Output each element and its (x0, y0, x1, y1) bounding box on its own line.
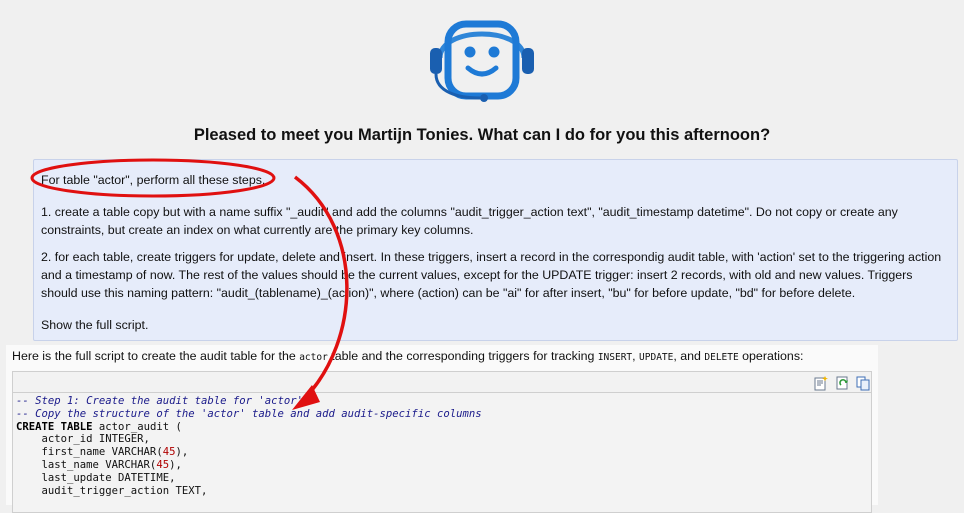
code-token: actor_id INTEGER, (16, 433, 150, 446)
code-line: CREATE TABLE actor_audit ( (16, 421, 871, 434)
code-token: -- Copy the structure of the 'actor' tab… (16, 407, 482, 420)
code-line: last_name VARCHAR(45), (16, 459, 871, 472)
code-token: last_name VARCHAR( (16, 458, 157, 471)
user-message-paragraph: Show the full script. (41, 318, 149, 332)
user-message-paragraph: 2. for each table, create triggers for u… (41, 250, 942, 300)
code-token: actor_audit ( (92, 420, 182, 433)
chatbot-logo-icon (430, 20, 534, 102)
code-line: audit_trigger_action TEXT, (16, 485, 871, 498)
user-message-paragraph: 1. create a table copy but with a name s… (41, 205, 898, 237)
code-token: 45 (162, 446, 176, 459)
assistant-intro: Here is the full script to create the au… (12, 349, 803, 363)
copy-icon[interactable] (855, 375, 871, 391)
intro-text: operations: (738, 349, 804, 363)
code-token: last_update DATETIME, (16, 471, 176, 484)
user-message-paragraph: For table "actor", perform all these ste… (41, 173, 266, 187)
intro-text: Here is the full script to create the au… (12, 349, 300, 363)
intro-text: , (632, 349, 640, 363)
code-token: audit_trigger_action TEXT, (16, 484, 208, 497)
code-toolbar (12, 371, 872, 393)
code-line: first_name VARCHAR(45), (16, 446, 871, 459)
code-token: -- Step 1: Create the audit table for 'a… (16, 395, 304, 407)
assistant-message: Here is the full script to create the au… (6, 345, 878, 513)
code-token: first_name VARCHAR( (16, 446, 163, 459)
code-block[interactable]: -- Step 1: Create the audit table for 'a… (12, 393, 872, 513)
inline-code: actor (299, 352, 328, 363)
code-token: ), (169, 458, 182, 471)
code-line: -- Step 1: Create the audit table for 'a… (16, 395, 871, 408)
inline-code: INSERT (597, 352, 633, 363)
intro-text: table and the corresponding triggers for… (327, 349, 598, 363)
intro-text: , and (673, 349, 705, 363)
code-token: 45 (156, 458, 170, 471)
user-message: For table "actor", perform all these ste… (33, 159, 958, 341)
code-line: -- Copy the structure of the 'actor' tab… (16, 408, 871, 421)
code-token: CREATE TABLE (16, 420, 93, 433)
chat-header: Pleased to meet you Martijn Tonies. What… (0, 0, 964, 156)
refresh-code-icon[interactable] (835, 375, 851, 391)
insert-code-icon[interactable] (813, 375, 829, 391)
code-token: ), (175, 446, 189, 459)
code-line: actor_id INTEGER, (16, 433, 871, 446)
greeting-title: Pleased to meet you Martijn Tonies. What… (193, 126, 771, 144)
inline-code: UPDATE (639, 352, 674, 363)
inline-code: DELETE (704, 352, 739, 363)
code-line: last_update DATETIME, (16, 472, 871, 485)
